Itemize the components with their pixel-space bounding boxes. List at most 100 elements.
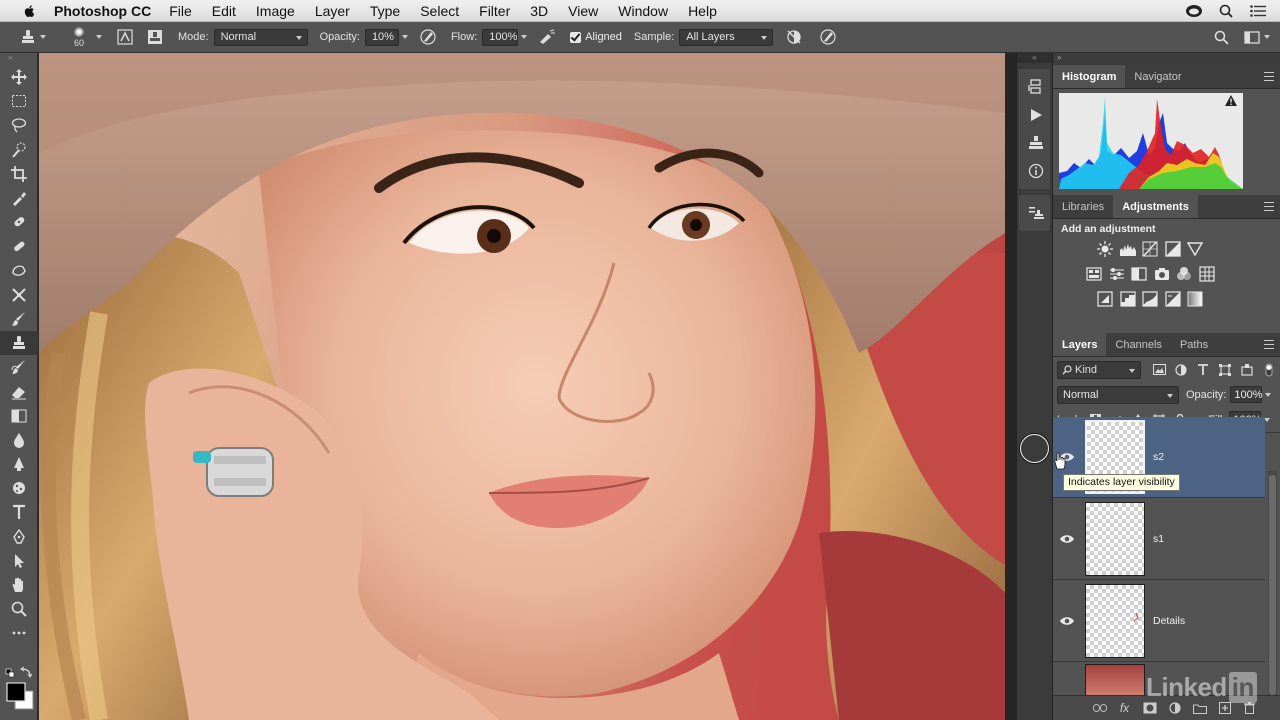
filter-toggle-icon[interactable] xyxy=(1258,361,1280,379)
tool-pen[interactable] xyxy=(0,525,38,549)
dock-collapse-grip[interactable]: » xyxy=(1053,53,1280,65)
opacity-slider-toggle[interactable] xyxy=(399,29,411,46)
tool-sponge[interactable] xyxy=(0,476,38,500)
blend-mode-dropdown[interactable]: Normal xyxy=(1057,385,1179,404)
histogram-warning-icon[interactable] xyxy=(1225,95,1237,107)
photo-filter-icon[interactable] xyxy=(1151,264,1174,284)
tool-type[interactable] xyxy=(0,500,38,524)
filter-kind-dropdown[interactable]: Kind xyxy=(1057,360,1141,379)
layer-name[interactable]: s1 xyxy=(1153,533,1164,545)
tool-brush[interactable] xyxy=(0,307,38,331)
layer-name[interactable]: Details xyxy=(1153,615,1185,627)
apple-menu-icon[interactable] xyxy=(20,4,40,18)
filter-smart-objects-icon[interactable] xyxy=(1236,361,1258,379)
clone-source-panel-toggle[interactable] xyxy=(1019,129,1052,157)
tool-zoom[interactable] xyxy=(0,597,38,621)
menu-type[interactable]: Type xyxy=(370,3,400,19)
sample-dropdown[interactable]: All Layers xyxy=(679,28,774,46)
layer-name[interactable]: s2 xyxy=(1153,451,1164,463)
link-layers-icon[interactable] xyxy=(1087,698,1112,718)
selective-color-icon[interactable] xyxy=(1162,289,1185,309)
brightness-contrast-icon[interactable] xyxy=(1094,239,1117,259)
tool-gradient[interactable] xyxy=(0,404,38,428)
brush-preset-picker[interactable]: 60 xyxy=(64,23,94,51)
notification-list-icon[interactable] xyxy=(1248,3,1268,19)
toolbar-collapse-grip[interactable]: » xyxy=(0,53,37,65)
app-name-menu[interactable]: Photoshop CC xyxy=(54,3,151,19)
opacity-input[interactable]: 10% xyxy=(364,28,399,46)
channel-mixer-icon[interactable] xyxy=(1173,264,1196,284)
layer-visibility-toggle[interactable] xyxy=(1053,499,1081,580)
exposure-icon[interactable] xyxy=(1162,239,1185,259)
tool-path-select[interactable] xyxy=(0,549,38,573)
tool-history-brush[interactable] xyxy=(0,355,38,379)
layer-visibility-toggle[interactable] xyxy=(1053,581,1081,662)
flow-slider-toggle[interactable] xyxy=(518,29,530,46)
vibrance-icon[interactable] xyxy=(1184,239,1207,259)
layers-panel-menu-icon[interactable] xyxy=(1264,340,1274,349)
menu-filter[interactable]: Filter xyxy=(479,3,510,19)
foreground-color-swatch[interactable] xyxy=(6,682,26,702)
pressure-opacity-button[interactable] xyxy=(417,26,439,48)
filter-type-layers-icon[interactable] xyxy=(1192,361,1214,379)
mode-dropdown[interactable]: Normal xyxy=(213,28,308,46)
tool-hand[interactable] xyxy=(0,573,38,597)
menu-3d[interactable]: 3D xyxy=(530,3,548,19)
tab-adjustments[interactable]: Adjustments xyxy=(1113,195,1198,218)
posterize-icon[interactable] xyxy=(1117,289,1140,309)
tab-navigator[interactable]: Navigator xyxy=(1125,65,1190,88)
threshold-icon[interactable] xyxy=(1139,289,1162,309)
pressure-size-button[interactable] xyxy=(817,26,839,48)
filter-adjustment-layers-icon[interactable] xyxy=(1171,361,1193,379)
gradient-map-icon[interactable] xyxy=(1184,289,1207,309)
black-white-icon[interactable] xyxy=(1128,264,1151,284)
tool-move[interactable] xyxy=(0,65,38,89)
brush-settings-panel-button[interactable] xyxy=(114,26,136,48)
tab-histogram[interactable]: Histogram xyxy=(1053,65,1126,88)
layers-scrollbar-thumb[interactable] xyxy=(1269,475,1276,695)
layer-row[interactable]: s1 xyxy=(1053,499,1265,580)
tool-eyedropper[interactable] xyxy=(0,186,38,210)
workspace-switcher[interactable] xyxy=(1240,26,1274,48)
filter-pixel-layers-icon[interactable] xyxy=(1149,361,1171,379)
tool-patch[interactable] xyxy=(0,259,38,283)
menu-file[interactable]: File xyxy=(169,3,192,19)
levels-icon[interactable] xyxy=(1117,239,1140,259)
swap-colors-icon[interactable] xyxy=(20,666,33,678)
collapsed-panels-grip[interactable]: « xyxy=(1017,53,1052,63)
histogram-panel-menu-icon[interactable] xyxy=(1264,72,1274,81)
tool-crop[interactable] xyxy=(0,162,38,186)
tool-marquee[interactable] xyxy=(0,89,38,113)
menu-view[interactable]: View xyxy=(568,3,598,19)
actions-panel-button[interactable] xyxy=(1019,101,1052,129)
tool-dodge[interactable] xyxy=(0,452,38,476)
menu-edit[interactable]: Edit xyxy=(212,3,236,19)
invert-icon[interactable] xyxy=(1094,289,1117,309)
layer-visibility-toggle[interactable] xyxy=(1053,663,1081,695)
hue-saturation-icon[interactable] xyxy=(1083,264,1106,284)
menu-layer[interactable]: Layer xyxy=(315,3,350,19)
layer-opacity-slider-toggle[interactable] xyxy=(1262,386,1274,403)
menu-select[interactable]: Select xyxy=(420,3,459,19)
info-panel-button[interactable] xyxy=(1019,157,1052,185)
layer-opacity-input[interactable]: 100% xyxy=(1230,386,1263,403)
layers-scrollbar[interactable] xyxy=(1268,471,1277,699)
color-balance-icon[interactable] xyxy=(1106,264,1129,284)
curves-icon[interactable] xyxy=(1139,239,1162,259)
creative-cloud-icon[interactable] xyxy=(1184,3,1204,19)
tool-quick-select[interactable] xyxy=(0,138,38,162)
flow-input[interactable]: 100% xyxy=(482,28,519,46)
document-canvas[interactable] xyxy=(39,53,1005,720)
tool-brush-healing[interactable] xyxy=(0,234,38,258)
tool-eraser[interactable] xyxy=(0,379,38,403)
tool-blur[interactable] xyxy=(0,428,38,452)
ignore-adjustment-layers-button[interactable] xyxy=(783,26,805,48)
search-button[interactable] xyxy=(1210,26,1232,48)
clone-source-panel-button[interactable] xyxy=(144,26,166,48)
layer-style-fx-icon[interactable]: fx xyxy=(1112,698,1137,718)
filter-shape-layers-icon[interactable] xyxy=(1214,361,1236,379)
spotlight-search-icon[interactable] xyxy=(1216,3,1236,19)
tool-preset-picker[interactable] xyxy=(20,26,46,48)
adjustments-panel-menu-icon[interactable] xyxy=(1264,202,1274,211)
aligned-checkbox[interactable] xyxy=(570,31,582,43)
